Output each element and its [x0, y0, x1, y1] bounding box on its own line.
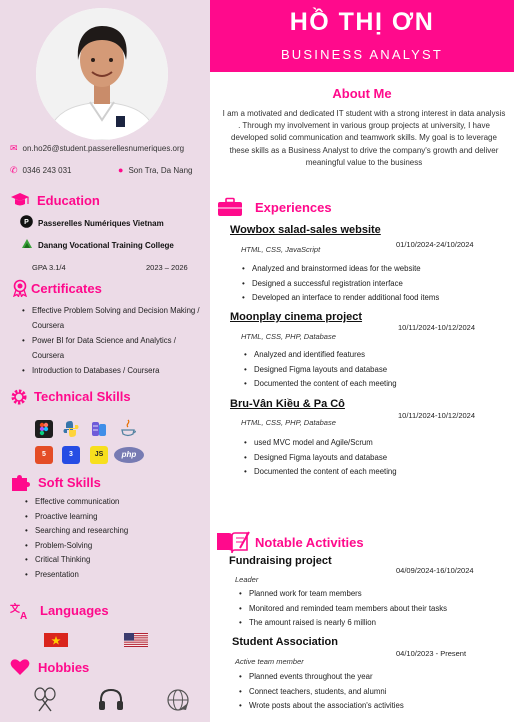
education-years: 2023 – 2026: [146, 263, 188, 272]
soft-skill-item: Problem-Solving: [24, 539, 204, 554]
certificate-item: Introduction to Databases / Coursera: [21, 363, 207, 378]
activity-bullet: Planned events throughout the year: [238, 670, 506, 685]
job-bullet: used MVC model and Agile/Scrum: [243, 436, 508, 451]
about-text: I am a motivated and dedicated IT studen…: [222, 109, 506, 167]
candidate-role: BUSINESS ANALYST: [280, 47, 444, 62]
job-bullet: Designed Figma layouts and database: [243, 363, 508, 378]
activity-bullet: Wrote posts about the association's acti…: [238, 699, 506, 714]
certificates-title: Certificates: [31, 281, 102, 296]
technical-skills-title: Technical Skills: [34, 389, 131, 404]
location-line: ● Son Tra, Da Nang: [118, 165, 192, 175]
job-bullet: Documented the content of each meeting: [243, 377, 508, 392]
phone-icon: ✆: [10, 165, 18, 175]
java-icon: [119, 418, 137, 437]
job-date: 01/10/2024-24/10/2024: [396, 240, 474, 249]
certificate-ribbon-icon: [12, 279, 28, 297]
javascript-icon: JS: [90, 446, 108, 464]
job-tech: HTML, CSS, JavaScript: [241, 245, 321, 254]
activity-bullet: Monitored and reminded team members abou…: [238, 602, 506, 617]
email-text: on.ho26@student.passerellesnumeriques.or…: [22, 144, 185, 153]
email-line[interactable]: ✉ on.ho26@student.passerellesnumeriques.o…: [10, 143, 184, 154]
briefcase-icon: [218, 197, 242, 216]
location-text: Son Tra, Da Nang: [128, 166, 193, 175]
css3-icon: 3: [62, 446, 80, 464]
soft-skills-list: Effective communication Proactive learni…: [24, 495, 204, 582]
location-pin-icon: ●: [118, 165, 124, 175]
profile-photo: [36, 8, 168, 140]
activity-bullet: The amount raised is nearly 6 million: [238, 616, 506, 631]
job-bullet: Designed Figma layouts and database: [243, 451, 508, 466]
svg-text:P: P: [24, 219, 29, 226]
activities-title: Notable Activities: [255, 535, 364, 550]
job-bullets: used MVC model and Agile/Scrum Designed …: [243, 436, 508, 480]
php-icon: php: [114, 447, 144, 463]
heart-icon: [10, 659, 30, 675]
job-tech: HTML, CSS, PHP, Database: [241, 332, 336, 341]
college-logo-icon: [22, 239, 32, 248]
job-bullet: Designed a successful registration inter…: [241, 277, 506, 292]
activity-date: 04/09/2024-16/10/2024: [396, 566, 474, 575]
notebook-pen-icon: [217, 531, 250, 554]
job-bullet: Analyzed and identified features: [243, 348, 508, 363]
activity-bullets: Planned events throughout the year Conne…: [238, 670, 506, 714]
job-tech: HTML, CSS, PHP, Database: [241, 418, 336, 427]
candidate-name: HỒ THỊ ƠN: [289, 8, 435, 36]
activity-bullets: Planned work for team members Monitored …: [238, 587, 506, 631]
badminton-icon: [34, 687, 56, 712]
job-bullet: Analyzed and brainstormed ideas for the …: [241, 262, 506, 277]
job-bullet: Developed an interface to render additio…: [241, 291, 506, 306]
python-icon: [62, 420, 80, 438]
activity-title: Student Association: [232, 636, 338, 648]
education-cap-icon: [11, 193, 29, 206]
activity-role: Active team member: [235, 657, 304, 666]
job-date: 10/11/2024-10/12/2024: [398, 411, 476, 420]
soft-skill-item: Searching and researching: [24, 524, 204, 539]
job-bullets: Analyzed and brainstormed ideas for the …: [241, 262, 506, 306]
job-title: Wowbox salad-sales website: [230, 224, 381, 236]
vietnam-flag: [44, 633, 68, 647]
about-title: About Me: [332, 86, 392, 101]
database-icon: [90, 420, 108, 438]
globe-travel-icon: [167, 689, 189, 711]
puzzle-icon: [12, 475, 30, 491]
job-bullet: Documented the content of each meeting: [243, 465, 508, 480]
headphones-icon: [99, 688, 123, 710]
usa-flag: [124, 633, 148, 647]
translate-icon: 文 A: [10, 602, 27, 620]
education-title: Education: [37, 193, 100, 208]
soft-skills-title: Soft Skills: [38, 475, 101, 490]
pnv-logo-icon: P: [20, 215, 33, 228]
soft-skill-item: Proactive learning: [24, 510, 204, 525]
school-college: Danang Vocational Training College: [38, 241, 174, 250]
phone-text: 0346 243 031: [22, 166, 72, 175]
gear-icon: [11, 389, 27, 405]
job-date: 10/11/2024-10/12/2024: [398, 323, 476, 332]
phone-line[interactable]: ✆ 0346 243 031: [10, 165, 71, 176]
activity-date: 04/10/2023 - Present: [396, 649, 467, 658]
certificate-item: Effective Problem Solving and Decision M…: [21, 303, 207, 333]
soft-skill-item: Critical Thinking: [24, 553, 204, 568]
email-icon: ✉: [10, 143, 18, 153]
hobbies-title: Hobbies: [38, 660, 90, 675]
activity-title: Fundraising project: [229, 555, 332, 567]
gpa-text: GPA 3.1/4: [32, 263, 66, 272]
languages-title: Languages: [40, 603, 109, 618]
soft-skill-item: Effective communication: [24, 495, 204, 510]
job-bullets: Analyzed and identified features Designe…: [243, 348, 508, 392]
job-title: Bru-Vân Kiều & Pa Cô: [230, 398, 345, 410]
activity-bullet: Connect teachers, students, and alumni: [238, 685, 506, 700]
certificates-list: Effective Problem Solving and Decision M…: [21, 303, 207, 378]
cv-page: HỒ THỊ ƠN BUSINESS ANALYST ✉ on.ho26@stud…: [0, 0, 514, 722]
html5-icon: 5: [35, 446, 53, 464]
activity-role: Leader: [235, 575, 259, 584]
svg-text:A: A: [20, 611, 27, 620]
school-pnv: Passerelles Numériques Vietnam: [38, 219, 164, 228]
job-title: Moonplay cinema project: [230, 311, 363, 323]
figma-icon: [35, 420, 53, 438]
certificate-item: Power BI for Data Science and Analytics …: [21, 333, 207, 363]
experiences-title: Experiences: [255, 200, 332, 215]
soft-skill-item: Presentation: [24, 568, 204, 583]
activity-bullet: Planned work for team members: [238, 587, 506, 602]
